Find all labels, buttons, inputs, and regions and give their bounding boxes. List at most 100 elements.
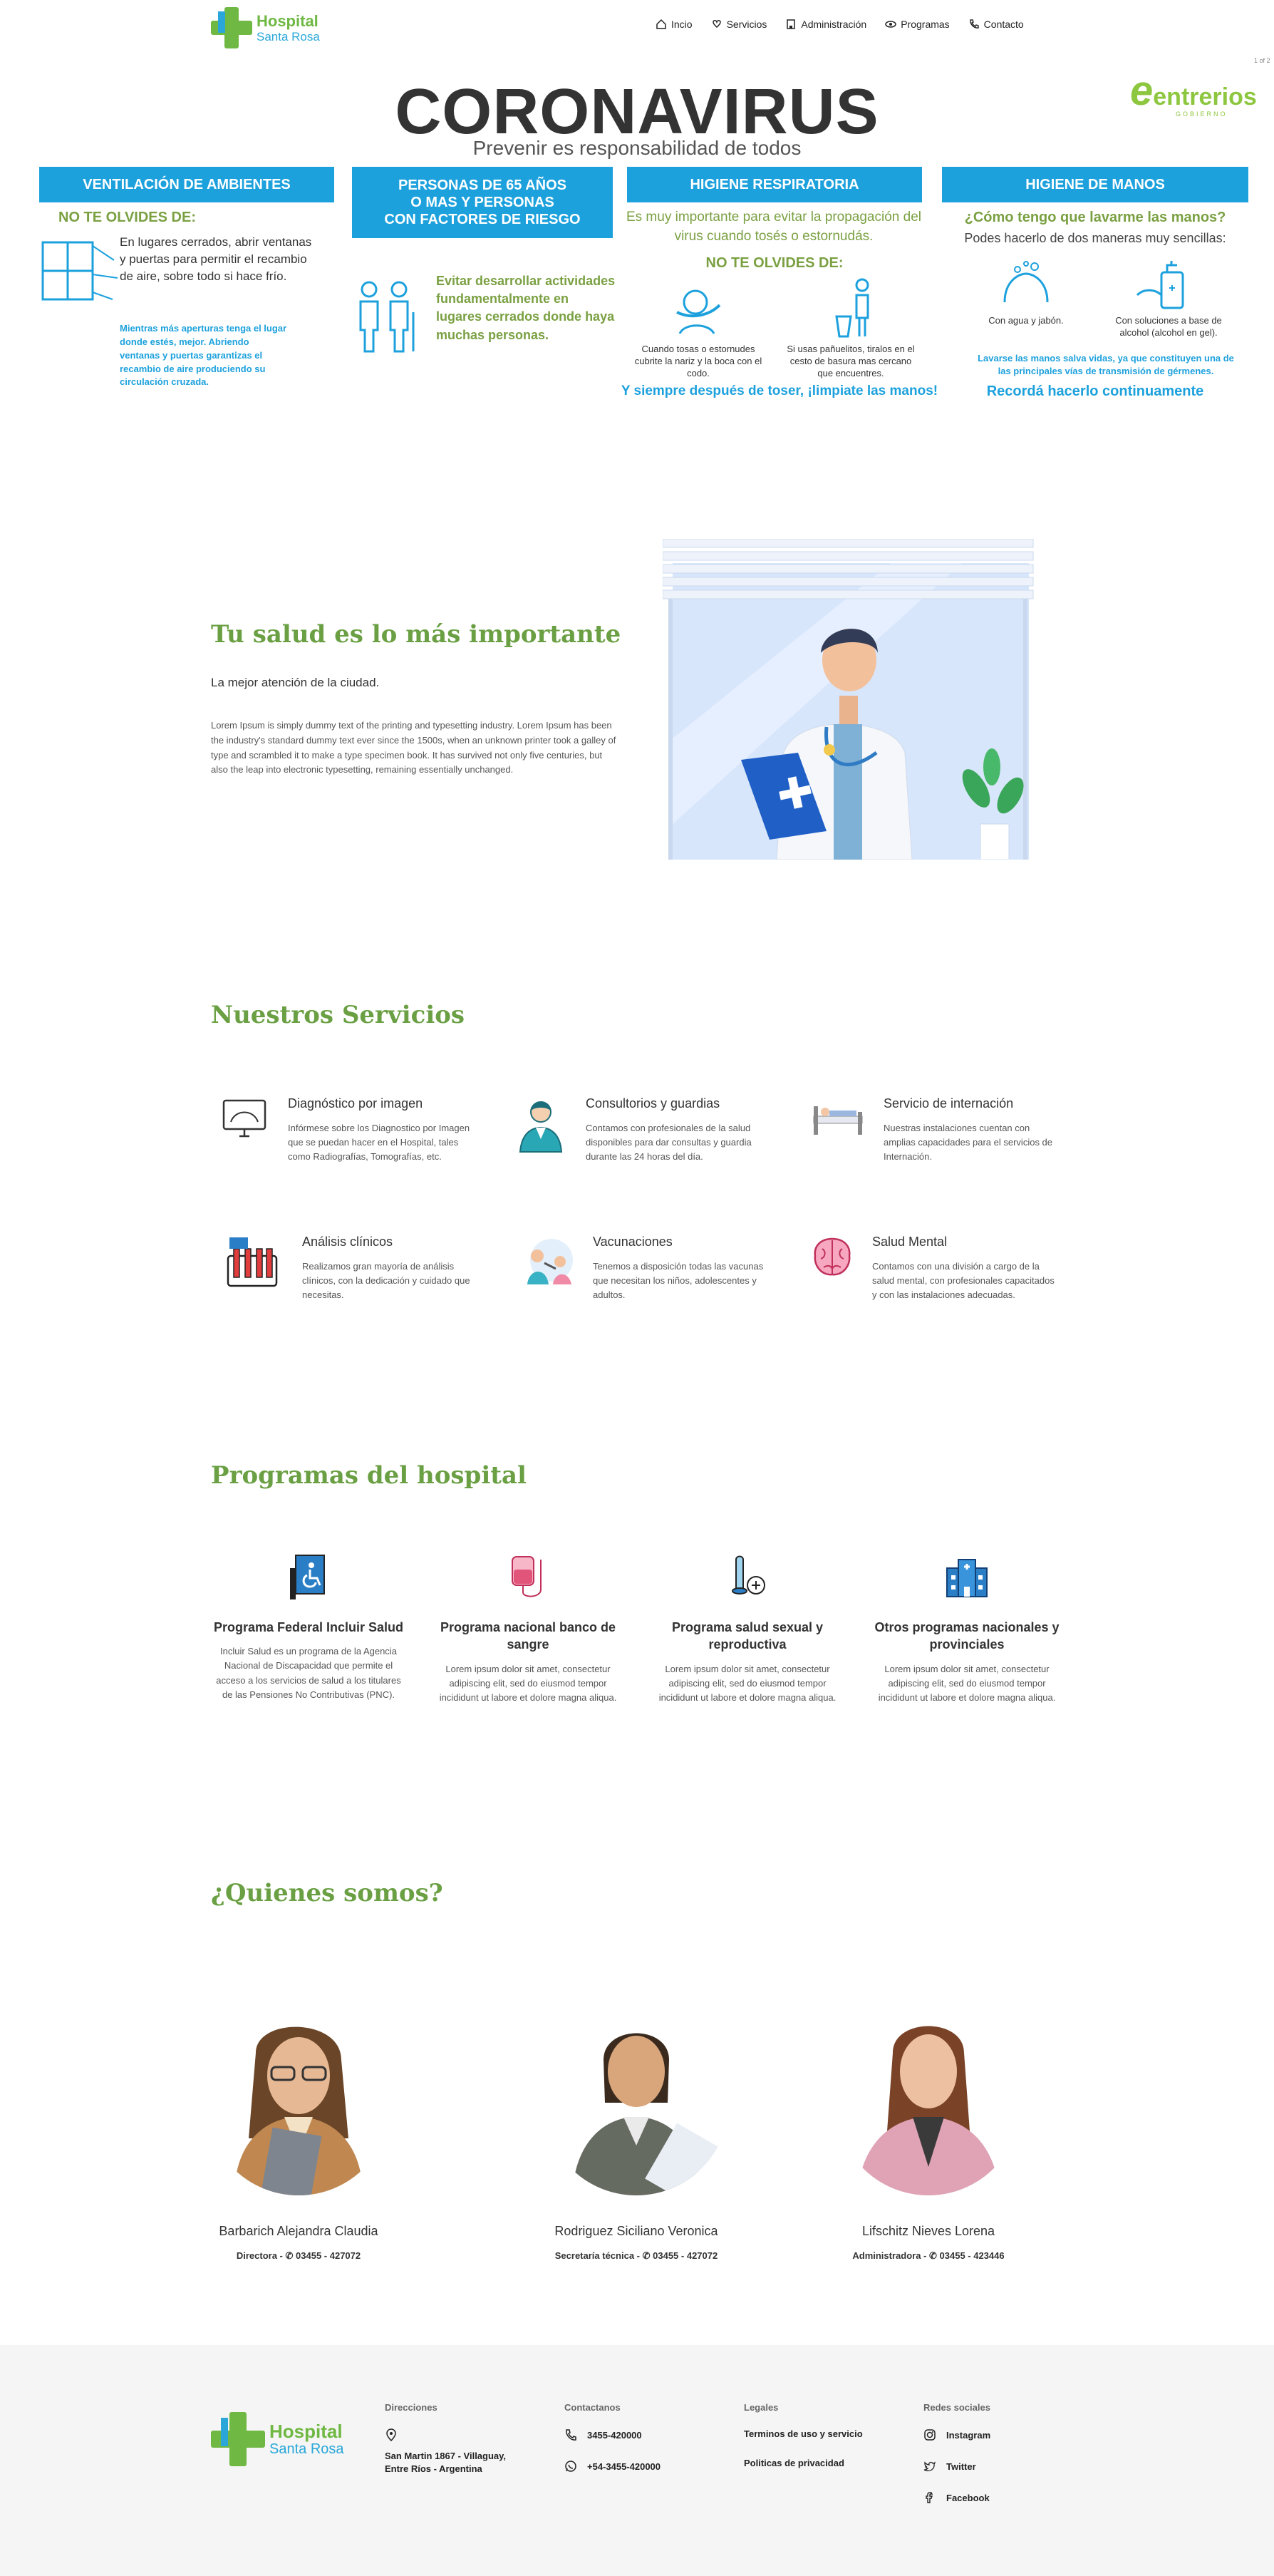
nav-item-administracion[interactable]: Administración (785, 19, 866, 30)
elderly-people-icon (359, 281, 415, 353)
accessibility-icon (290, 1555, 325, 1599)
eye-icon (885, 21, 896, 28)
service-item[interactable]: Vacunaciones Tenemos a disposición todas… (516, 1235, 765, 1302)
terms-link[interactable]: Terminos de uso y servicio (744, 2428, 863, 2439)
entrerios-logo-sub: GOBIERNO (1176, 110, 1228, 118)
respiratoria-intro: Es muy importante para evitar la propaga… (626, 210, 921, 244)
respiratoria-footer: Y siempre después de toser, ¡limpiate la… (621, 383, 938, 398)
nav-item-servicios[interactable]: Servicios (711, 19, 767, 30)
program-name: Programa Federal Incluir Salud (213, 1620, 404, 1634)
respiratoria-tip2: Si usas pañuelitos, tiralos en el cesto … (787, 344, 915, 378)
respiratoria-reminder: NO TE OLVIDES DE: (705, 255, 844, 271)
footer-legal: Legales Terminos de uso y servicio Polit… (744, 2402, 863, 2487)
nav-item-inicio[interactable]: Incio (656, 19, 693, 30)
program-item[interactable]: Programa nacional banco de sangre Lorem … (432, 1554, 624, 1705)
footer-whatsapp-link[interactable]: +54-3455-420000 (564, 2460, 661, 2473)
service-name: Consultorios y guardias (586, 1096, 720, 1111)
trash-bin-icon (835, 278, 869, 338)
facebook-link[interactable]: Facebook (923, 2491, 990, 2504)
hospital-logo[interactable]: Hospital Santa Rosa (211, 7, 320, 48)
service-desc: Contamos con una división a cargo de la … (872, 1261, 1055, 1301)
doctor-illustration (663, 539, 1034, 860)
service-name: Salud Mental (872, 1235, 948, 1249)
nav-item-contacto[interactable]: Contacto (968, 19, 1024, 30)
footer-logo-subtitle: Santa Rosa (269, 2441, 344, 2457)
hero-title: Tu salud es lo más importante (211, 620, 621, 650)
ventilacion-reminder: NO TE OLVIDES DE: (58, 210, 196, 225)
hero-body: Lorem Ipsum is simply dummy text of the … (211, 720, 616, 776)
instagram-link[interactable]: Instagram (923, 2428, 990, 2441)
nav-item-programas[interactable]: Programas (885, 19, 950, 30)
program-desc: Lorem ipsum dolor sit amet, consectetur … (878, 1663, 1056, 1703)
facebook-icon (926, 2492, 933, 2503)
cough-elbow-icon (676, 289, 721, 334)
blood-bag-icon (512, 1556, 542, 1597)
service-desc: Infórmese sobre los Diagnostico por Imag… (288, 1123, 470, 1163)
program-name: Programa salud sexual y reproductiva (671, 1620, 824, 1652)
footer-addresses: Direcciones San Martin 1867 - Villaguay,… (385, 2402, 527, 2475)
instagram-icon (924, 2429, 936, 2441)
manos-note: Lavarse las manos salva vidas, ya que co… (978, 353, 1234, 377)
respiratoria-tip1: Cuando tosas o estornudes cubrite la nar… (634, 344, 762, 378)
manos-heading: HIGIENE DE MANOS (942, 167, 1248, 202)
personas-text: Evitar desarrollar actividades fundament… (436, 274, 616, 342)
team-title: ¿Quienes somos? (211, 1879, 443, 1909)
personas-heading: PERSONAS DE 65 AÑOS O MAS Y PERSONAS CON… (352, 167, 613, 238)
hero-subtitle: La mejor atención de la ciudad. (211, 676, 380, 689)
service-item[interactable]: Análisis clínicos Realizamos gran mayorí… (224, 1235, 473, 1302)
banner-page-indicator: 1 of 2 (1254, 57, 1270, 64)
home-icon (656, 19, 666, 29)
programs-title: Programas del hospital (211, 1461, 527, 1491)
service-desc: Tenemos a disposición todas las vacunas … (593, 1261, 764, 1301)
banner-subtitle: Prevenir es responsabilidad de todos (472, 137, 802, 159)
building-icon (787, 19, 796, 29)
footer-phone-link[interactable]: 3455-420000 (564, 2428, 661, 2441)
portrait-avatar (836, 2010, 1021, 2195)
member-role: Directora - ✆ 03455 - 427072 (236, 2250, 361, 2261)
footer-heading: Contactanos (564, 2402, 621, 2413)
service-item[interactable]: Diagnóstico por imagen Infórmese sobre l… (221, 1096, 470, 1164)
program-desc: Lorem ipsum dolor sit amet, consectetur … (658, 1663, 837, 1703)
program-item[interactable]: Programa Federal Incluir Salud Incluir S… (212, 1554, 405, 1702)
phone-icon: ✆ (929, 2250, 937, 2261)
service-item[interactable]: Consultorios y guardias Contamos con pro… (514, 1096, 764, 1164)
ventilacion-text: En lugares cerrados, abrir ventanas y pu… (120, 235, 312, 283)
monitor-icon (222, 1099, 266, 1138)
hospital-bed-icon (813, 1106, 863, 1135)
privacy-link[interactable]: Politicas de privacidad (744, 2458, 863, 2468)
footer-logo-title: Hospital (269, 2421, 343, 2442)
member-role: Secretaría técnica - ✆ 03455 - 427072 (554, 2250, 718, 2261)
service-name: Análisis clínicos (302, 1235, 393, 1249)
location-pin-icon (386, 2428, 396, 2441)
program-name: Otros programas nacionales y provinciale… (874, 1620, 1060, 1652)
member-name: Barbarich Alejandra Claudia (219, 2224, 378, 2238)
service-item[interactable]: Salud Mental Contamos con una división a… (809, 1235, 1059, 1302)
program-item[interactable]: Otros programas nacionales y provinciale… (871, 1554, 1063, 1705)
phone-icon (566, 2429, 576, 2441)
brain-icon (814, 1237, 851, 1276)
phone-icon (969, 19, 979, 29)
ventilacion-note: Mientras más aperturas tenga el lugar do… (120, 323, 287, 388)
team-member-card: Rodriguez Siciliano Veronica Secretaría … (519, 2010, 754, 2262)
service-name: Servicio de internación (884, 1096, 1014, 1111)
whatsapp-icon (565, 2461, 576, 2472)
portrait-avatar (544, 2010, 729, 2195)
nav-label: Administración (801, 19, 867, 30)
manos-tip2: Con soluciones a base de alcohol (alcoho… (1115, 315, 1222, 338)
portrait-avatar (206, 2010, 391, 2195)
respiratoria-heading: HIGIENE RESPIRATORIA (627, 167, 922, 202)
doctor-woman-icon (519, 1101, 563, 1153)
service-item[interactable]: Servicio de internación Nuestras instala… (809, 1096, 1059, 1164)
team-member-card: Lifschitz Nieves Lorena Administradora -… (811, 2010, 1046, 2262)
twitter-icon (923, 2461, 936, 2472)
twitter-link[interactable]: Twitter (923, 2460, 990, 2473)
main-nav: Incio Servicios Administración Programas… (656, 19, 1024, 30)
service-name: Diagnóstico por imagen (288, 1096, 423, 1111)
vaccine-icon (527, 1239, 573, 1284)
top-navbar: Hospital Santa Rosa Incio Servicios Admi… (0, 0, 1274, 57)
program-item[interactable]: Programa salud sexual y reproductiva Lor… (651, 1554, 844, 1705)
footer-social: Redes sociales Instagram Twitter Faceboo… (923, 2402, 990, 2523)
footer-logo[interactable]: Hospital Santa Rosa (211, 2412, 344, 2466)
entrerios-logo: e entrerios (1130, 68, 1257, 114)
nav-label: Contacto (983, 19, 1024, 30)
